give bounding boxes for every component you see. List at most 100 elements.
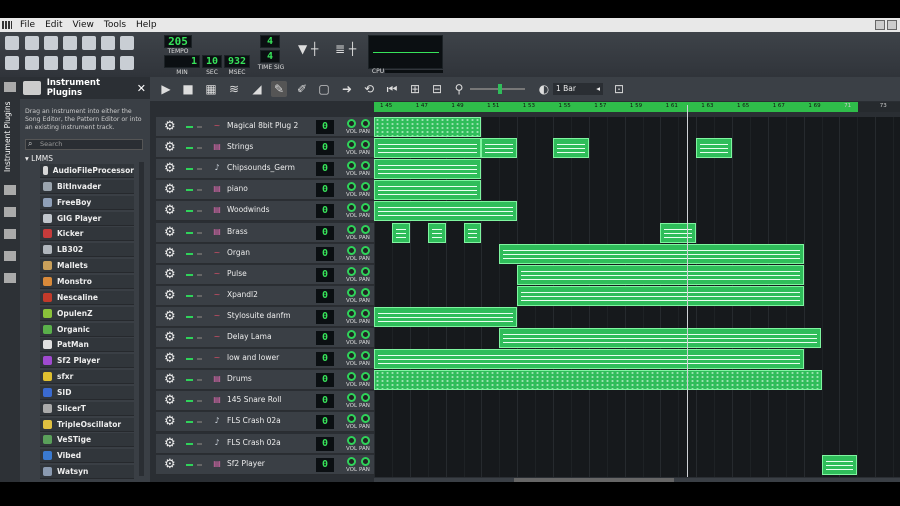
solo-button[interactable] <box>197 147 202 150</box>
gear-icon[interactable]: ⚙ <box>164 415 176 428</box>
loop-region[interactable] <box>374 102 858 112</box>
track-name[interactable]: Magical 8bit Plug 2 <box>227 121 298 130</box>
mute-button[interactable] <box>186 252 193 255</box>
solo-button[interactable] <box>197 210 202 213</box>
pan-knob[interactable] <box>361 119 370 128</box>
gear-icon[interactable]: ⚙ <box>164 141 176 154</box>
pattern-clip[interactable] <box>374 159 482 180</box>
recent-projects-icon[interactable] <box>63 36 77 50</box>
track-name[interactable]: piano <box>227 184 248 193</box>
track-midi-value[interactable]: 0 <box>316 436 334 451</box>
solo-button[interactable] <box>197 126 202 128</box>
gear-icon[interactable]: ⚙ <box>164 226 176 239</box>
track-name[interactable]: FLS Crash 02a <box>227 438 281 447</box>
menu-tools[interactable]: Tools <box>99 20 131 30</box>
track-name[interactable]: Organ <box>227 248 250 257</box>
add-pattern-track-icon[interactable]: ▦ <box>203 81 219 97</box>
solo-button[interactable] <box>197 315 202 318</box>
scrollbar-handle[interactable] <box>514 478 674 482</box>
pattern-clip[interactable] <box>499 243 804 264</box>
presets-tab-icon[interactable] <box>4 229 16 239</box>
plugin-item[interactable]: LB302 <box>40 243 134 258</box>
save-project-icon[interactable] <box>82 36 96 50</box>
pattern-clip[interactable] <box>427 222 446 243</box>
plugin-item[interactable]: BitInvader <box>40 179 134 194</box>
track-name[interactable]: Brass <box>227 227 248 236</box>
pattern-clip[interactable] <box>499 328 822 349</box>
master-volume-slider[interactable]: ▼ ┼ <box>298 42 328 62</box>
track-midi-value[interactable]: 0 <box>316 288 334 303</box>
play-icon[interactable]: ▶ <box>158 81 174 97</box>
mute-button[interactable] <box>186 231 193 234</box>
volume-knob[interactable] <box>347 140 356 150</box>
pattern-clip[interactable] <box>553 138 589 159</box>
timeline[interactable]: 1 45 1 47 1 49 1 51 1 53 1 55 1 57 1 59 1 61 1 63… <box>374 102 900 112</box>
lmms-group-header[interactable]: ▾ LMMS <box>25 154 53 163</box>
track-name[interactable]: 145 Snare Roll <box>227 395 281 404</box>
volume-knob[interactable] <box>347 372 356 382</box>
track-midi-value[interactable]: 0 <box>316 183 334 198</box>
track-midi-value[interactable]: 0 <box>316 267 334 282</box>
mixer-icon[interactable] <box>82 56 96 70</box>
loop-points-icon[interactable]: ⟲ <box>361 81 377 97</box>
gear-icon[interactable]: ⚙ <box>164 183 176 196</box>
solo-button[interactable] <box>197 400 202 403</box>
playhead[interactable] <box>687 105 688 477</box>
pattern-clip[interactable] <box>517 264 804 285</box>
plugin-item[interactable]: Mallets <box>40 259 134 274</box>
snap-size-select[interactable]: 1 Bar ◂ <box>553 83 603 95</box>
volume-knob[interactable] <box>347 203 356 213</box>
gear-icon[interactable]: ⚙ <box>164 310 176 323</box>
track-name[interactable]: Chipsounds_Germ <box>227 163 295 172</box>
mute-button[interactable] <box>186 294 193 297</box>
mute-button[interactable] <box>186 126 193 128</box>
tempo-display[interactable]: 205 <box>164 35 192 48</box>
projects-tab-icon[interactable] <box>4 185 16 195</box>
mute-button[interactable] <box>186 273 193 276</box>
pan-knob[interactable] <box>361 414 370 424</box>
horizontal-scrollbar[interactable] <box>374 478 900 482</box>
new-from-template-icon[interactable] <box>25 36 39 50</box>
gear-icon[interactable]: ⚙ <box>164 162 176 175</box>
track-midi-value[interactable]: 0 <box>316 141 334 156</box>
instrument-plugins-tab[interactable]: Instrument Plugins <box>3 97 17 177</box>
volume-knob[interactable] <box>347 224 356 234</box>
track-name[interactable]: Pulse <box>227 269 247 278</box>
pan-knob[interactable] <box>361 224 370 234</box>
volume-knob[interactable] <box>347 182 356 192</box>
instrument-plugins-tab-icon[interactable] <box>4 82 16 92</box>
volume-knob[interactable] <box>347 245 356 255</box>
insert-bar-icon[interactable]: ⊞ <box>407 81 423 97</box>
track-name[interactable]: Stylosuite danfm <box>227 311 291 320</box>
solo-button[interactable] <box>197 189 202 192</box>
pattern-clip[interactable] <box>374 306 518 327</box>
solo-button[interactable] <box>197 442 202 445</box>
volume-knob[interactable] <box>347 287 356 297</box>
pattern-grid[interactable] <box>374 117 900 477</box>
timesig-denominator[interactable]: 4 <box>260 50 280 63</box>
solo-button[interactable] <box>197 252 202 255</box>
gear-icon[interactable]: ⚙ <box>164 289 176 302</box>
track-name[interactable]: low and lower <box>227 353 279 362</box>
pan-knob[interactable] <box>361 161 370 171</box>
snap-icon[interactable]: ◐ <box>536 81 552 97</box>
pattern-clip[interactable] <box>463 222 482 243</box>
mute-button[interactable] <box>186 147 193 150</box>
plugin-item[interactable]: SID <box>40 385 134 400</box>
plugin-item[interactable]: AudioFileProcessor <box>40 164 134 178</box>
track-name[interactable]: Xpandl2 <box>227 290 258 299</box>
volume-knob[interactable] <box>347 393 356 403</box>
gear-icon[interactable]: ⚙ <box>164 458 176 471</box>
stop-icon[interactable]: ■ <box>180 81 196 97</box>
timesig-numerator[interactable]: 4 <box>260 35 280 48</box>
pattern-clip[interactable] <box>374 117 482 138</box>
pattern-clip[interactable] <box>374 370 822 391</box>
track-name[interactable]: Sf2 Player <box>227 459 265 468</box>
pattern-clip[interactable] <box>374 201 518 222</box>
pan-knob[interactable] <box>361 308 370 318</box>
solo-button[interactable] <box>197 273 202 276</box>
open-project-icon[interactable] <box>44 36 58 50</box>
pan-knob[interactable] <box>361 140 370 150</box>
gear-icon[interactable]: ⚙ <box>164 352 176 365</box>
volume-knob[interactable] <box>347 119 356 128</box>
